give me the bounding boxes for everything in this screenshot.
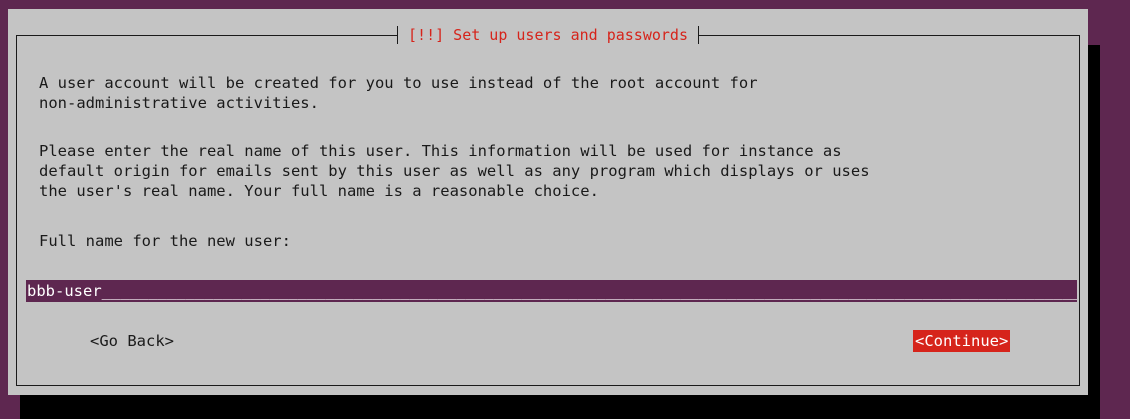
full-name-value: bbb-user: [27, 282, 102, 300]
dialog-title: [!!] Set up users and passwords: [408, 26, 688, 44]
dialog-title-row: [!!] Set up users and passwords: [8, 25, 1088, 49]
full-name-input[interactable]: bbb-user________________________________…: [26, 280, 1077, 302]
full-name-label: Full name for the new user:: [39, 232, 291, 250]
input-underscore-fill: ________________________________________…: [101, 282, 1077, 300]
continue-button[interactable]: <Continue>: [913, 330, 1011, 352]
go-back-button[interactable]: <Go Back>: [88, 330, 176, 352]
intro-paragraph: A user account will be created for you t…: [39, 74, 758, 112]
setup-users-dialog: [!!] Set up users and passwords A user a…: [8, 9, 1088, 395]
title-right-bracket: [697, 26, 699, 44]
description-paragraph: Please enter the real name of this user.…: [39, 142, 870, 200]
